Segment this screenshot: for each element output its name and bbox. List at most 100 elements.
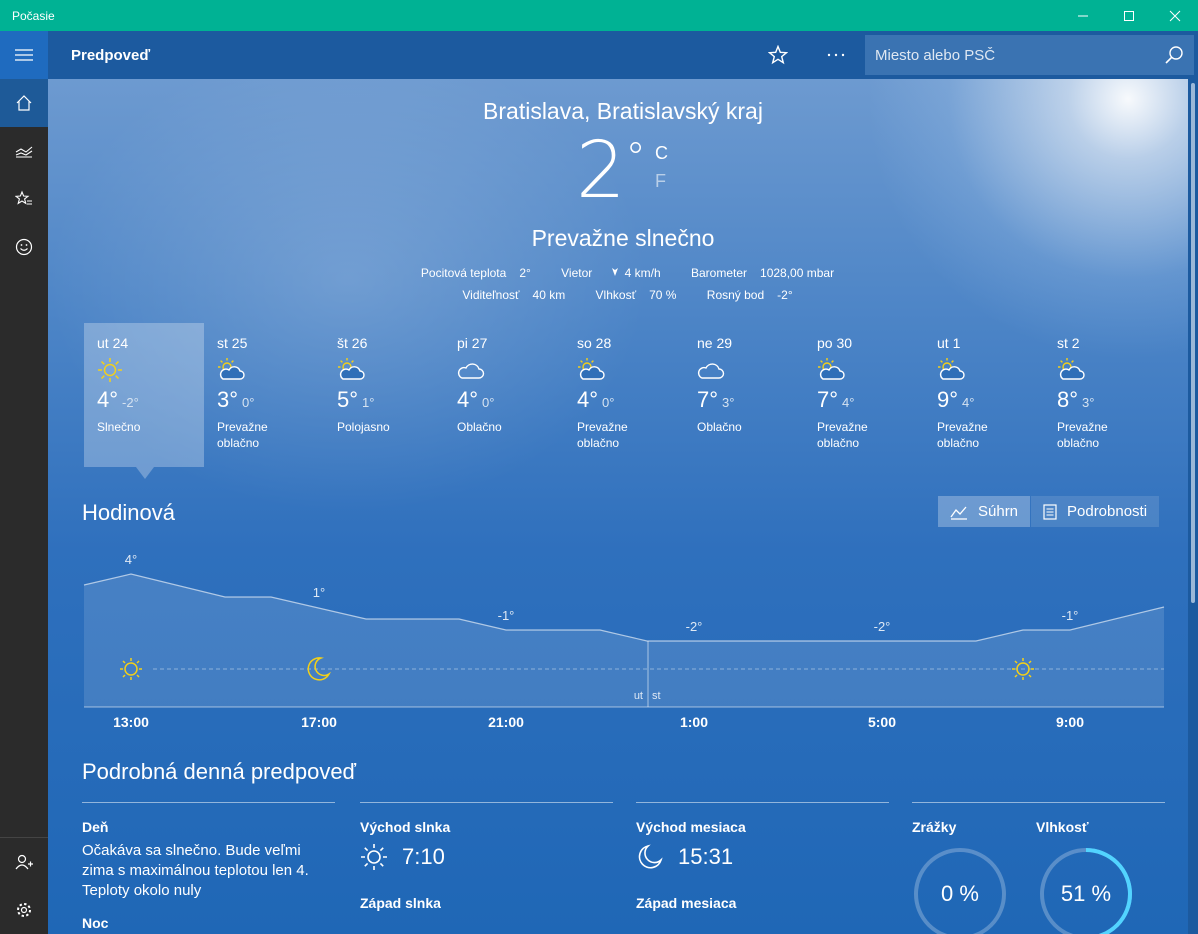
moonset-label: Západ mesiaca: [636, 895, 737, 911]
day-name: ne 29: [697, 335, 733, 351]
day-temps: 3° 0°: [217, 387, 311, 413]
settings-button[interactable]: [0, 886, 48, 934]
maximize-button[interactable]: [1106, 0, 1152, 31]
sunrise-value: 7:10: [360, 843, 613, 871]
sun-card: Východ slnka 7:10 Západ slnka: [360, 802, 613, 911]
humidity: Vlhkosť 70 %: [595, 288, 677, 302]
page-title: Predpoveď: [71, 46, 151, 64]
forecast-panel: Bratislava, Bratislavský kraj 2° C F Pre…: [48, 79, 1188, 934]
day-low: 0°: [602, 395, 615, 410]
precip-label: Zrážky: [912, 819, 957, 835]
day-temps: 7° 4°: [817, 387, 911, 413]
search-input[interactable]: [865, 46, 1154, 64]
sidebar-item-favorites[interactable]: [0, 175, 48, 223]
more-options-button[interactable]: [807, 31, 865, 79]
sidebar-item-life[interactable]: [0, 223, 48, 271]
precip-value: 0 %: [941, 881, 979, 906]
maximize-icon: [1124, 10, 1134, 21]
unit-fahrenheit-toggle[interactable]: F: [655, 171, 666, 192]
day-tile[interactable]: pi 27 4° 0° Oblačno: [444, 323, 564, 467]
close-button[interactable]: [1152, 0, 1198, 31]
sidebar-item-forecast[interactable]: [0, 79, 48, 127]
day-temps: 4° 0°: [457, 387, 551, 413]
app-header: Predpoveď: [48, 31, 1198, 79]
current-condition: Prevažne slnečno: [531, 225, 715, 251]
day-temps: 7° 3°: [697, 387, 791, 413]
sun-icon: [97, 357, 191, 383]
day-tile[interactable]: ut 24 4° -2° Slnečno: [84, 323, 204, 467]
day-low: 4°: [842, 395, 855, 410]
day-condition: Slnečno: [97, 420, 141, 434]
time-label-17: 17:00: [301, 714, 337, 730]
search-icon: [1165, 46, 1183, 64]
day-name: ut 24: [97, 335, 129, 351]
barometer: Barometer 1028,00 mbar: [690, 266, 835, 280]
summary-toggle-button[interactable]: Súhrn: [938, 496, 1031, 527]
moonrise-value: 15:31: [636, 843, 889, 871]
day-low: -2°: [122, 395, 139, 410]
day-tile[interactable]: st 25 3° 0° Prevažne oblačno: [204, 323, 324, 467]
hamburger-icon: [15, 49, 33, 61]
sunset-label: Západ slnka: [360, 895, 441, 911]
day-tile[interactable]: št 26 5° 1° Polojasno: [324, 323, 444, 467]
scrollbar[interactable]: [1188, 79, 1198, 934]
moonrise-label: Východ mesiaca: [636, 819, 746, 835]
cloud-icon: [457, 357, 551, 383]
partly-cloudy-icon: [217, 357, 311, 383]
day-temps: 4° 0°: [577, 387, 671, 413]
search-box: [865, 35, 1194, 75]
day-condition: Prevažne oblačno: [937, 420, 988, 450]
moon-icon: [638, 844, 663, 869]
day-name: st 25: [217, 335, 248, 351]
partly-cloudy-icon: [1057, 357, 1151, 383]
precip-humidity-card: Zrážky Vlhkosť: [912, 802, 1165, 837]
temp-label-1: -2°: [686, 619, 703, 634]
day-temps: 9° 4°: [937, 387, 1031, 413]
day-name: ut 1: [937, 335, 961, 351]
day-low: 3°: [722, 395, 735, 410]
day-high: 4°: [97, 387, 119, 412]
temp-label-21: -1°: [498, 608, 515, 623]
sidebar-item-maps[interactable]: [0, 127, 48, 175]
feels-like: Pocitová teplota 2°: [420, 266, 531, 280]
hamburger-menu-button[interactable]: [0, 31, 48, 79]
sidebar: [0, 31, 48, 934]
visibility: Viditeľnosť 40 km: [462, 288, 566, 302]
day-label: Deň: [82, 819, 109, 835]
location-name: Bratislava, Bratislavský kraj: [483, 98, 763, 124]
day-condition: Oblačno: [457, 420, 502, 434]
chart-icon: [950, 506, 967, 520]
day-tile[interactable]: ne 29 7° 3° Oblačno: [684, 323, 804, 467]
day-temps: 5° 1°: [337, 387, 431, 413]
day-condition: Oblačno: [697, 420, 742, 434]
minimize-button[interactable]: [1060, 0, 1106, 31]
partly-cloudy-icon: [937, 357, 1031, 383]
day-condition: Prevažne oblačno: [1057, 420, 1108, 450]
day-high: 8°: [1057, 387, 1079, 412]
hourly-title: Hodinová: [82, 500, 175, 525]
day-temps: 8° 3°: [1057, 387, 1151, 413]
day-high: 7°: [817, 387, 839, 412]
hourly-temperature-area: [84, 574, 1164, 707]
day-condition: Prevažne oblačno: [217, 420, 268, 450]
day-tile[interactable]: po 30 7° 4° Prevažne oblačno: [804, 323, 924, 467]
day-tile[interactable]: so 28 4° 0° Prevažne oblačno: [564, 323, 684, 467]
favorite-button[interactable]: [749, 31, 807, 79]
scrollbar-thumb[interactable]: [1191, 83, 1195, 603]
day-condition: Polojasno: [337, 420, 390, 434]
chart-icon: [15, 146, 33, 158]
wind: Vietor 4 km/h: [561, 266, 661, 280]
more-icon: [827, 53, 845, 57]
day-tile[interactable]: ut 1 9° 4° Prevažne oblačno: [924, 323, 1044, 467]
day-condition: Prevažne oblačno: [817, 420, 868, 450]
day-text: Očakáva sa slnečno. Bude veľmi zima s ma…: [82, 842, 309, 899]
day-tile[interactable]: st 2 8° 3° Prevažne oblačno: [1044, 323, 1164, 467]
search-button[interactable]: [1154, 35, 1194, 75]
details-toggle-button[interactable]: Podrobnosti: [1031, 496, 1160, 527]
account-button[interactable]: [0, 838, 48, 886]
moon-card: Východ mesiaca 15:31 Západ mesiaca: [636, 802, 889, 911]
unit-celsius-toggle[interactable]: C: [655, 143, 668, 164]
day-name: st 2: [1057, 335, 1080, 351]
day-high: 4°: [577, 387, 599, 412]
day-name: št 26: [337, 335, 368, 351]
